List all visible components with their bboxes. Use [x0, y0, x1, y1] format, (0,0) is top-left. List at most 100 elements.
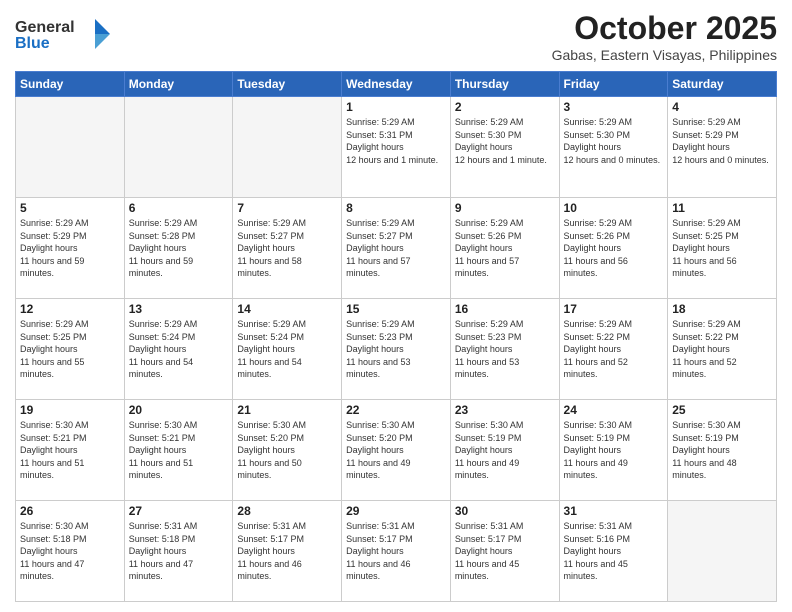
calendar-cell: 12 Sunrise: 5:29 AMSunset: 5:25 PMDayligh… [16, 299, 125, 400]
calendar-cell: 2 Sunrise: 5:29 AMSunset: 5:30 PMDaylight… [450, 97, 559, 198]
calendar-week-1: 5 Sunrise: 5:29 AMSunset: 5:29 PMDaylight… [16, 198, 777, 299]
header-tuesday: Tuesday [233, 72, 342, 97]
calendar-cell: 9Sunrise: 5:29 AMSunset: 5:26 PMDaylight… [450, 198, 559, 299]
day-number: 29 [346, 504, 446, 518]
cell-info: Sunrise: 5:29 AMSunset: 5:27 PMDaylight … [346, 217, 446, 280]
calendar-cell: 29 Sunrise: 5:31 AMSunset: 5:17 PMDayligh… [342, 501, 451, 602]
day-number: 8 [346, 201, 446, 215]
calendar-cell [233, 97, 342, 198]
cell-info: Sunrise: 5:29 AMSunset: 5:27 PMDaylight … [237, 217, 337, 280]
day-number: 16 [455, 302, 555, 316]
cell-info: Sunrise: 5:29 AMSunset: 5:28 PMDaylight … [129, 217, 229, 280]
cell-info: Sunrise: 5:30 AMSunset: 5:18 PMDaylight … [20, 520, 120, 583]
cell-info: Sunrise: 5:31 AMSunset: 5:17 PMDaylight … [455, 520, 555, 583]
logo-text: General Blue [15, 14, 120, 59]
cell-info: Sunrise: 5:29 AMSunset: 5:29 PMDaylight … [20, 217, 120, 280]
header-wednesday: Wednesday [342, 72, 451, 97]
calendar-cell: 6 Sunrise: 5:29 AMSunset: 5:28 PMDaylight… [124, 198, 233, 299]
calendar-header-row: Sunday Monday Tuesday Wednesday Thursday… [16, 72, 777, 97]
day-number: 19 [20, 403, 120, 417]
calendar-cell: 27 Sunrise: 5:31 AMSunset: 5:18 PMDayligh… [124, 501, 233, 602]
cell-info: Sunrise: 5:30 AMSunset: 5:20 PMDaylight … [237, 419, 337, 482]
day-number: 28 [237, 504, 337, 518]
cell-info: Sunrise: 5:29 AMSunset: 5:23 PMDaylight … [455, 318, 555, 381]
calendar-cell: 31 Sunrise: 5:31 AMSunset: 5:16 PMDayligh… [559, 501, 668, 602]
day-number: 2 [455, 100, 555, 114]
calendar-cell: 5 Sunrise: 5:29 AMSunset: 5:29 PMDaylight… [16, 198, 125, 299]
day-number: 6 [129, 201, 229, 215]
day-number: 7 [237, 201, 337, 215]
calendar-week-0: 1 Sunrise: 5:29 AMSunset: 5:31 PMDaylight… [16, 97, 777, 198]
cell-info: Sunrise: 5:29 AMSunset: 5:24 PMDaylight … [237, 318, 337, 381]
svg-text:Blue: Blue [15, 35, 50, 52]
cell-info: Sunrise: 5:31 AMSunset: 5:16 PMDaylight … [564, 520, 664, 583]
cell-info: Sunrise: 5:30 AMSunset: 5:21 PMDaylight … [20, 419, 120, 482]
calendar-week-4: 26 Sunrise: 5:30 AMSunset: 5:18 PMDayligh… [16, 501, 777, 602]
calendar-cell: 15 Sunrise: 5:29 AMSunset: 5:23 PMDayligh… [342, 299, 451, 400]
location: Gabas, Eastern Visayas, Philippines [552, 47, 777, 63]
cell-info: Sunrise: 5:30 AMSunset: 5:19 PMDaylight … [455, 419, 555, 482]
calendar-cell: 10 Sunrise: 5:29 AMSunset: 5:26 PMDayligh… [559, 198, 668, 299]
cell-info: Sunrise: 5:29 AMSunset: 5:31 PMDaylight … [346, 116, 446, 166]
calendar-cell: 13 Sunrise: 5:29 AMSunset: 5:24 PMDayligh… [124, 299, 233, 400]
cell-info: Sunrise: 5:29 AMSunset: 5:25 PMDaylight … [20, 318, 120, 381]
calendar-cell: 26 Sunrise: 5:30 AMSunset: 5:18 PMDayligh… [16, 501, 125, 602]
calendar-cell [668, 501, 777, 602]
cell-info: Sunrise: 5:29 AMSunset: 5:30 PMDaylight … [455, 116, 555, 166]
header: General Blue October 2025 Gabas, Eastern… [15, 10, 777, 63]
day-number: 18 [672, 302, 772, 316]
calendar-cell: 28Sunrise: 5:31 AMSunset: 5:17 PMDayligh… [233, 501, 342, 602]
cell-info: Sunrise: 5:30 AMSunset: 5:21 PMDaylight … [129, 419, 229, 482]
cell-info: Sunrise: 5:29 AMSunset: 5:30 PMDaylight … [564, 116, 664, 166]
calendar-cell: 3Sunrise: 5:29 AMSunset: 5:30 PMDaylight… [559, 97, 668, 198]
day-number: 24 [564, 403, 664, 417]
day-number: 9 [455, 201, 555, 215]
header-saturday: Saturday [668, 72, 777, 97]
day-number: 13 [129, 302, 229, 316]
day-number: 1 [346, 100, 446, 114]
calendar-cell: 23 Sunrise: 5:30 AMSunset: 5:19 PMDayligh… [450, 400, 559, 501]
day-number: 4 [672, 100, 772, 114]
header-monday: Monday [124, 72, 233, 97]
calendar-cell [16, 97, 125, 198]
cell-info: Sunrise: 5:31 AMSunset: 5:18 PMDaylight … [129, 520, 229, 583]
day-number: 30 [455, 504, 555, 518]
title-section: October 2025 Gabas, Eastern Visayas, Phi… [552, 10, 777, 63]
day-number: 10 [564, 201, 664, 215]
cell-info: Sunrise: 5:29 AMSunset: 5:26 PMDaylight … [564, 217, 664, 280]
calendar-cell [124, 97, 233, 198]
cell-info: Sunrise: 5:30 AMSunset: 5:20 PMDaylight … [346, 419, 446, 482]
day-number: 12 [20, 302, 120, 316]
day-number: 20 [129, 403, 229, 417]
cell-info: Sunrise: 5:29 AMSunset: 5:22 PMDaylight … [564, 318, 664, 381]
calendar-cell: 21Sunrise: 5:30 AMSunset: 5:20 PMDayligh… [233, 400, 342, 501]
cell-info: Sunrise: 5:29 AMSunset: 5:29 PMDaylight … [672, 116, 772, 166]
day-number: 15 [346, 302, 446, 316]
day-number: 27 [129, 504, 229, 518]
day-number: 26 [20, 504, 120, 518]
calendar-cell: 19 Sunrise: 5:30 AMSunset: 5:21 PMDayligh… [16, 400, 125, 501]
cell-info: Sunrise: 5:31 AMSunset: 5:17 PMDaylight … [346, 520, 446, 583]
day-number: 11 [672, 201, 772, 215]
calendar-cell: 17Sunrise: 5:29 AMSunset: 5:22 PMDayligh… [559, 299, 668, 400]
cell-info: Sunrise: 5:29 AMSunset: 5:23 PMDaylight … [346, 318, 446, 381]
day-number: 14 [237, 302, 337, 316]
day-number: 31 [564, 504, 664, 518]
cell-info: Sunrise: 5:29 AMSunset: 5:24 PMDaylight … [129, 318, 229, 381]
month-title: October 2025 [552, 10, 777, 47]
cell-info: Sunrise: 5:30 AMSunset: 5:19 PMDaylight … [672, 419, 772, 482]
header-thursday: Thursday [450, 72, 559, 97]
calendar-cell: 25 Sunrise: 5:30 AMSunset: 5:19 PMDayligh… [668, 400, 777, 501]
calendar-cell: 11Sunrise: 5:29 AMSunset: 5:25 PMDayligh… [668, 198, 777, 299]
day-number: 5 [20, 201, 120, 215]
calendar-cell: 4 Sunrise: 5:29 AMSunset: 5:29 PMDaylight… [668, 97, 777, 198]
calendar-cell: 22 Sunrise: 5:30 AMSunset: 5:20 PMDayligh… [342, 400, 451, 501]
header-sunday: Sunday [16, 72, 125, 97]
calendar-week-2: 12 Sunrise: 5:29 AMSunset: 5:25 PMDayligh… [16, 299, 777, 400]
calendar-cell: 30 Sunrise: 5:31 AMSunset: 5:17 PMDayligh… [450, 501, 559, 602]
day-number: 23 [455, 403, 555, 417]
calendar-cell: 24Sunrise: 5:30 AMSunset: 5:19 PMDayligh… [559, 400, 668, 501]
calendar-week-3: 19 Sunrise: 5:30 AMSunset: 5:21 PMDayligh… [16, 400, 777, 501]
day-number: 22 [346, 403, 446, 417]
day-number: 25 [672, 403, 772, 417]
